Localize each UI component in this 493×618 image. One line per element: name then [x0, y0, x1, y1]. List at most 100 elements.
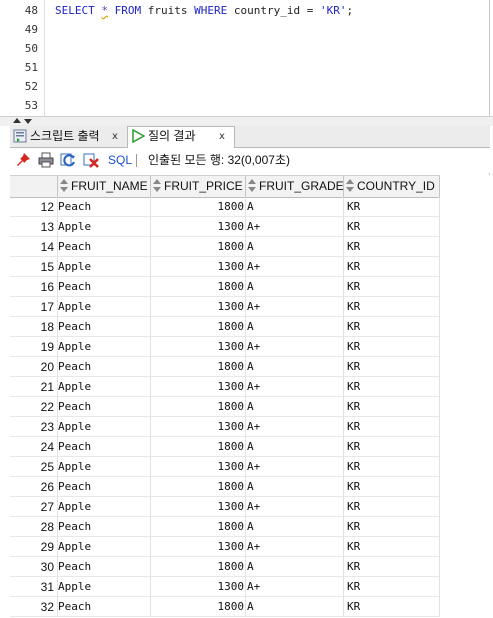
- fruit-name-cell[interactable]: Peach: [58, 317, 151, 337]
- fruit-grade-cell[interactable]: A+: [246, 457, 344, 477]
- table-row[interactable]: 12 Peach 1800 A KR: [10, 197, 440, 217]
- country-id-cell[interactable]: KR: [344, 517, 440, 537]
- table-row[interactable]: 17 Apple 1300 A+ KR: [10, 297, 440, 317]
- country-id-cell[interactable]: KR: [344, 317, 440, 337]
- fruit-price-cell[interactable]: 1300: [151, 377, 246, 397]
- fruit-price-cell[interactable]: 1800: [151, 357, 246, 377]
- table-row[interactable]: 19 Apple 1300 A+ KR: [10, 337, 440, 357]
- sort-icon[interactable]: [248, 179, 256, 192]
- table-row[interactable]: 21 Apple 1300 A+ KR: [10, 377, 440, 397]
- fruit-grade-cell[interactable]: A+: [246, 257, 344, 277]
- column-header-fruit-grade[interactable]: FRUIT_GRADE: [246, 176, 344, 197]
- table-row[interactable]: 18 Peach 1800 A KR: [10, 317, 440, 337]
- fruit-grade-cell[interactable]: A+: [246, 297, 344, 317]
- fruit-name-cell[interactable]: Peach: [58, 437, 151, 457]
- country-id-cell[interactable]: KR: [344, 277, 440, 297]
- country-id-cell[interactable]: KR: [344, 357, 440, 377]
- fruit-name-cell[interactable]: Peach: [58, 517, 151, 537]
- column-header-fruit-name[interactable]: FRUIT_NAME: [58, 176, 151, 197]
- sort-icon[interactable]: [346, 179, 354, 192]
- fruit-grade-cell[interactable]: A: [246, 397, 344, 417]
- fruit-name-cell[interactable]: Apple: [58, 297, 151, 317]
- table-row[interactable]: 30 Peach 1800 A KR: [10, 557, 440, 577]
- fruit-price-cell[interactable]: 1300: [151, 457, 246, 477]
- table-row[interactable]: 26 Peach 1800 A KR: [10, 477, 440, 497]
- fruit-name-cell[interactable]: Apple: [58, 457, 151, 477]
- fruit-grade-cell[interactable]: A: [246, 557, 344, 577]
- country-id-cell[interactable]: KR: [344, 457, 440, 477]
- sql-editor[interactable]: 48 49 50 51 52 53 SELECT * FROM fruits W…: [0, 0, 493, 116]
- country-id-cell[interactable]: KR: [344, 377, 440, 397]
- fruit-name-cell[interactable]: Peach: [58, 557, 151, 577]
- fruit-grade-cell[interactable]: A+: [246, 337, 344, 357]
- fruit-name-cell[interactable]: Peach: [58, 397, 151, 417]
- fruit-name-cell[interactable]: Peach: [58, 357, 151, 377]
- fruit-name-cell[interactable]: Apple: [58, 217, 151, 237]
- fruit-price-cell[interactable]: 1800: [151, 197, 246, 217]
- country-id-cell[interactable]: KR: [344, 537, 440, 557]
- country-id-cell[interactable]: KR: [344, 257, 440, 277]
- fruit-price-cell[interactable]: 1300: [151, 297, 246, 317]
- table-row[interactable]: 25 Apple 1300 A+ KR: [10, 457, 440, 477]
- fruit-grade-cell[interactable]: A+: [246, 377, 344, 397]
- fruit-grade-cell[interactable]: A: [246, 437, 344, 457]
- table-row[interactable]: 23 Apple 1300 A+ KR: [10, 417, 440, 437]
- fruit-grade-cell[interactable]: A: [246, 477, 344, 497]
- table-row[interactable]: 27 Apple 1300 A+ KR: [10, 497, 440, 517]
- tab-query-result[interactable]: 질의 결과 x: [127, 126, 235, 148]
- fruit-price-cell[interactable]: 1300: [151, 577, 246, 597]
- fruit-price-cell[interactable]: 1800: [151, 437, 246, 457]
- fruit-name-cell[interactable]: Peach: [58, 597, 151, 617]
- country-id-cell[interactable]: KR: [344, 337, 440, 357]
- country-id-cell[interactable]: KR: [344, 417, 440, 437]
- fruit-price-cell[interactable]: 1800: [151, 277, 246, 297]
- fruit-price-cell[interactable]: 1800: [151, 557, 246, 577]
- fruit-name-cell[interactable]: Peach: [58, 277, 151, 297]
- tab-script-output[interactable]: 스크립트 출력 x: [10, 127, 122, 146]
- table-row[interactable]: 15 Apple 1300 A+ KR: [10, 257, 440, 277]
- country-id-cell[interactable]: KR: [344, 237, 440, 257]
- country-id-cell[interactable]: KR: [344, 557, 440, 577]
- country-id-cell[interactable]: KR: [344, 397, 440, 417]
- column-header-fruit-price[interactable]: FRUIT_PRICE: [151, 176, 246, 197]
- print-icon[interactable]: [38, 152, 54, 168]
- clear-icon[interactable]: [83, 152, 99, 168]
- sql-statement-line[interactable]: SELECT * FROM fruits WHERE country_id = …: [55, 1, 353, 20]
- table-row[interactable]: 24 Peach 1800 A KR: [10, 437, 440, 457]
- country-id-cell[interactable]: KR: [344, 497, 440, 517]
- country-id-cell[interactable]: KR: [344, 197, 440, 217]
- sort-icon[interactable]: [60, 179, 68, 192]
- sort-icon[interactable]: [153, 179, 161, 192]
- fruit-grade-cell[interactable]: A: [246, 277, 344, 297]
- fruit-grade-cell[interactable]: A+: [246, 217, 344, 237]
- fruit-grade-cell[interactable]: A: [246, 237, 344, 257]
- fruit-name-cell[interactable]: Apple: [58, 537, 151, 557]
- fruit-price-cell[interactable]: 1300: [151, 257, 246, 277]
- table-row[interactable]: 28 Peach 1800 A KR: [10, 517, 440, 537]
- fruit-name-cell[interactable]: Peach: [58, 237, 151, 257]
- country-id-cell[interactable]: KR: [344, 577, 440, 597]
- sql-button[interactable]: SQL: [108, 152, 132, 168]
- country-id-cell[interactable]: KR: [344, 217, 440, 237]
- fruit-price-cell[interactable]: 1300: [151, 337, 246, 357]
- fruit-name-cell[interactable]: Apple: [58, 257, 151, 277]
- fruit-price-cell[interactable]: 1800: [151, 317, 246, 337]
- close-icon[interactable]: x: [219, 127, 225, 146]
- expand-up-icon[interactable]: [13, 118, 21, 123]
- fruit-name-cell[interactable]: Apple: [58, 577, 151, 597]
- table-row[interactable]: 22 Peach 1800 A KR: [10, 397, 440, 417]
- fruit-price-cell[interactable]: 1800: [151, 517, 246, 537]
- fruit-price-cell[interactable]: 1800: [151, 597, 246, 617]
- table-row[interactable]: 32 Peach 1800 A KR: [10, 597, 440, 617]
- country-id-cell[interactable]: KR: [344, 597, 440, 617]
- result-grid[interactable]: FRUIT_NAME FRUIT_PRICE FRUIT_GRADE COUNT…: [10, 175, 490, 618]
- fruit-name-cell[interactable]: Apple: [58, 377, 151, 397]
- fruit-name-cell[interactable]: Peach: [58, 197, 151, 217]
- country-id-cell[interactable]: KR: [344, 477, 440, 497]
- country-id-cell[interactable]: KR: [344, 297, 440, 317]
- fruit-price-cell[interactable]: 1800: [151, 477, 246, 497]
- table-row[interactable]: 31 Apple 1300 A+ KR: [10, 577, 440, 597]
- fruit-grade-cell[interactable]: A+: [246, 497, 344, 517]
- fruit-price-cell[interactable]: 1300: [151, 537, 246, 557]
- fruit-grade-cell[interactable]: A: [246, 517, 344, 537]
